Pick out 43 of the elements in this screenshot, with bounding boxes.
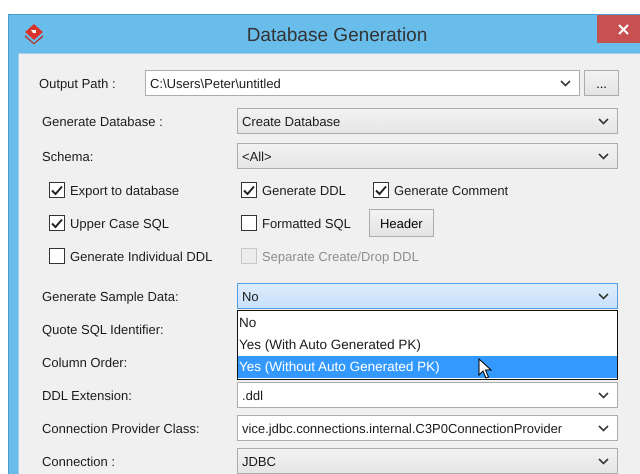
close-button[interactable] — [597, 15, 640, 43]
dropdown[interactable]: Create Database — [237, 108, 618, 134]
dropdown[interactable]: .ddl — [237, 382, 618, 408]
checkbox-label: Generate Comment — [394, 182, 508, 198]
field-label: Quote SQL Identifier: — [41, 322, 165, 336]
checkbox-label: Upper Case SQL — [70, 216, 169, 230]
caret-icon — [598, 292, 609, 300]
dropdown[interactable]: JDBC — [237, 448, 618, 474]
caret-icon — [560, 80, 571, 86]
checkbox-label: Export to database — [70, 182, 180, 198]
dropdown[interactable]: <All> — [237, 143, 618, 169]
checkbox[interactable] — [241, 215, 257, 231]
field-label: DDL Extension: — [41, 388, 133, 402]
field-label: Schema: — [41, 148, 94, 164]
checkbox[interactable] — [373, 182, 389, 198]
browse-button[interactable]: ... — [584, 70, 619, 96]
caret-icon — [598, 392, 609, 398]
field-label: Generate Database : — [41, 114, 164, 128]
caret-icon — [598, 152, 609, 160]
checkbox-label: Formatted SQL — [262, 216, 351, 230]
checkbox[interactable] — [241, 182, 257, 198]
caret-icon — [598, 458, 609, 464]
checkbox[interactable] — [49, 248, 65, 264]
field-label: Column Order: — [41, 354, 128, 370]
window-title: Database Generation — [246, 25, 428, 46]
checkbox-label: Generate DDL — [262, 182, 346, 198]
header-button[interactable]: Header — [369, 209, 434, 237]
checkbox[interactable] — [49, 215, 65, 231]
dropdown-option[interactable]: No — [238, 312, 617, 334]
close-icon — [618, 24, 628, 34]
field-label: Output Path : — [38, 76, 117, 90]
field-label: Generate Sample Data: — [41, 288, 180, 304]
app-logo-icon — [24, 23, 44, 45]
field-label: Connection : — [41, 454, 116, 468]
checkbox[interactable] — [49, 182, 65, 198]
checkbox-label: Generate Individual DDL — [70, 248, 212, 264]
field-label: Connection Provider Class: — [41, 420, 201, 436]
path-field[interactable]: C:\Users\Peter\untitled — [145, 70, 580, 96]
caret-icon — [598, 118, 609, 124]
dropdown[interactable]: vice.jdbc.connections.internal.C3P0ConnectionProvider — [237, 415, 618, 441]
dropdown-option[interactable]: Yes (With Auto Generated PK) — [238, 334, 617, 356]
caret-icon — [598, 424, 609, 432]
checkbox-label: Separate Create/Drop DDL — [262, 248, 419, 264]
